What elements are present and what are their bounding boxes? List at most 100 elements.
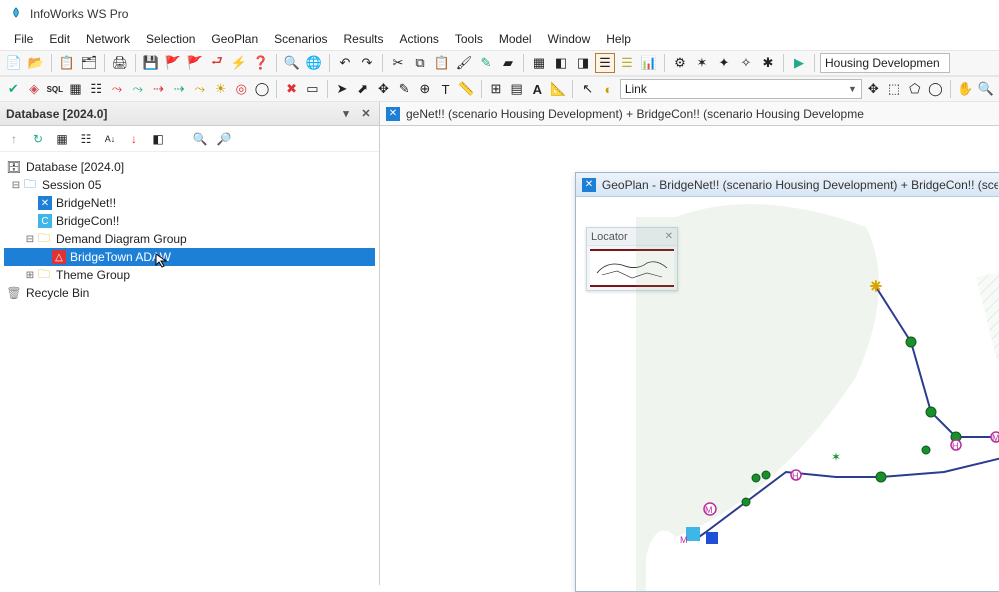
menu-scenarios[interactable]: Scenarios [266,30,335,48]
window4-icon[interactable]: ☰ [595,53,615,73]
open-icon[interactable]: 📂 [26,53,46,73]
panel-dropdown-icon[interactable]: ▾ [339,107,353,120]
measure-icon[interactable]: 📏 [457,79,476,99]
copy-icon[interactable]: 📋 [57,53,77,73]
map-reservoir[interactable] [686,527,700,541]
trace3-icon[interactable]: ⇢ [149,79,168,99]
gear3-icon[interactable]: ✦ [714,53,734,73]
validate-icon[interactable]: ⚡ [229,53,249,73]
trace5-icon[interactable]: ⤳ [190,79,209,99]
zoom-target-icon[interactable]: ✥ [864,79,883,99]
tree-demand-group[interactable]: ⊟ 🗀 Demand Diagram Group [4,230,375,248]
search-icon[interactable]: 🔍 [282,53,302,73]
zoom-select-icon[interactable]: ⬚ [885,79,904,99]
filter-icon[interactable]: ◧ [148,129,168,149]
cut-icon[interactable]: ✂ [388,53,408,73]
flag-green-icon[interactable]: 🚩 [185,53,205,73]
brush-icon[interactable]: 🖌 [454,53,474,73]
map-node[interactable] [742,498,750,506]
zoom-lasso-icon[interactable]: ◯ [926,79,945,99]
diamond-icon[interactable]: ◈ [25,79,44,99]
font-icon[interactable]: A [528,79,547,99]
delete-icon[interactable]: ✖ [282,79,301,99]
redo-icon[interactable]: ↷ [357,53,377,73]
new-folder-icon[interactable]: ▦ [52,129,72,149]
trace1-icon[interactable]: ⤳ [108,79,127,99]
menu-selection[interactable]: Selection [138,30,203,48]
object-type-dropdown[interactable]: Link ▼ [620,79,862,99]
fill-icon[interactable]: ▰ [498,53,518,73]
select-rect-icon[interactable]: ▭ [303,79,322,99]
expand-icon[interactable]: ⊞ [24,270,36,281]
gear2-icon[interactable]: ✶ [692,53,712,73]
trace4-icon[interactable]: ⇢ [170,79,189,99]
menu-edit[interactable]: Edit [41,30,78,48]
tree-theme-group[interactable]: ⊞ 🗀 Theme Group [4,266,375,284]
edit-node-icon[interactable]: ✎ [395,79,414,99]
menu-tools[interactable]: Tools [447,30,491,48]
zoom-poly-icon[interactable]: ⬠ [905,79,924,99]
menu-actions[interactable]: Actions [392,30,447,48]
globe-icon[interactable]: 🌐 [304,53,324,73]
chart-icon[interactable]: 📊 [639,53,659,73]
grid-icon[interactable]: ▦ [66,79,85,99]
paste2-icon[interactable]: 📋 [432,53,452,73]
tree-recycle-bin[interactable]: 🗑 Recycle Bin [4,284,375,302]
up-arrow-icon[interactable]: ↑ [4,129,24,149]
menu-help[interactable]: Help [598,30,639,48]
refresh-icon[interactable]: ↻ [28,129,48,149]
tree-bridgenet[interactable]: ✕ BridgeNet!! [4,194,375,212]
check-icon[interactable]: ✔ [4,79,23,99]
help-icon[interactable]: ❓ [251,53,271,73]
sun-icon[interactable]: ☀ [211,79,230,99]
window1-icon[interactable]: ▦ [529,53,549,73]
commit-icon[interactable]: 🚩 [163,53,183,73]
map-node[interactable] [926,407,936,417]
tree-bridgetown-selected[interactable]: △ BridgeTown ADAW [4,248,375,266]
scenario-dropdown[interactable]: Housing Developmen [820,53,950,73]
map-tank[interactable] [706,532,718,544]
grid2-icon[interactable]: ⊞ [487,79,506,99]
grid-view-icon[interactable]: ☷ [76,129,96,149]
move-icon[interactable]: ✥ [374,79,393,99]
pan-icon[interactable]: ✋ [956,79,975,99]
print-icon[interactable]: 🖨 [110,53,130,73]
results-icon[interactable]: ☰ [617,53,637,73]
map-node[interactable]: ✳ [870,278,882,294]
save-icon[interactable]: 💾 [141,53,161,73]
pen-icon[interactable]: ✎ [476,53,496,73]
collapse-icon[interactable]: ⊟ [10,180,22,191]
ruler-icon[interactable]: 📐 [549,79,568,99]
undo-icon[interactable]: ↶ [335,53,355,73]
db-find-icon[interactable]: 🔎 [214,129,234,149]
window2-icon[interactable]: ◧ [551,53,571,73]
tree-session[interactable]: ⊟ 🗀 Session 05 [4,176,375,194]
layer-icon[interactable]: ▤ [507,79,526,99]
gear4-icon[interactable]: ✧ [736,53,756,73]
trace2-icon[interactable]: ⤳ [128,79,147,99]
menu-model[interactable]: Model [491,30,540,48]
map-node[interactable] [876,472,886,482]
pointer2-icon[interactable]: ⬈ [353,79,372,99]
geoplan-title-bar[interactable]: ✕ GeoPlan - BridgeNet!! (scenario Housin… [576,173,999,197]
map-node[interactable] [922,446,930,454]
zoom-icon[interactable]: 🔍 [976,79,995,99]
revert-icon[interactable]: ⮐ [207,53,227,73]
gear-icon[interactable]: ⚙ [670,53,690,73]
geoplan-map[interactable]: Locator ✕ [576,197,999,591]
tree-root[interactable]: 🗄 Database [2024.0] [4,158,375,176]
paste-icon[interactable]: 🗂 [79,53,99,73]
map-node[interactable] [762,471,770,479]
tree-bridgecon[interactable]: C BridgeCon!! [4,212,375,230]
pointer3-icon[interactable]: ↖ [578,79,597,99]
menu-results[interactable]: Results [336,30,392,48]
geoplan-window[interactable]: ✕ GeoPlan - BridgeNet!! (scenario Housin… [575,172,999,592]
network-map[interactable]: ✳ M ✳ ✶ H M [636,197,999,591]
new-icon[interactable]: 📄 [4,53,24,73]
run-icon[interactable]: ▶ [789,53,809,73]
menu-file[interactable]: File [6,30,41,48]
document-tab[interactable]: ✕ geNet!! (scenario Housing Development)… [380,102,999,126]
sql-icon[interactable]: SQL [45,79,64,99]
menu-window[interactable]: Window [540,30,599,48]
info-icon[interactable]: ◐ [599,79,618,99]
